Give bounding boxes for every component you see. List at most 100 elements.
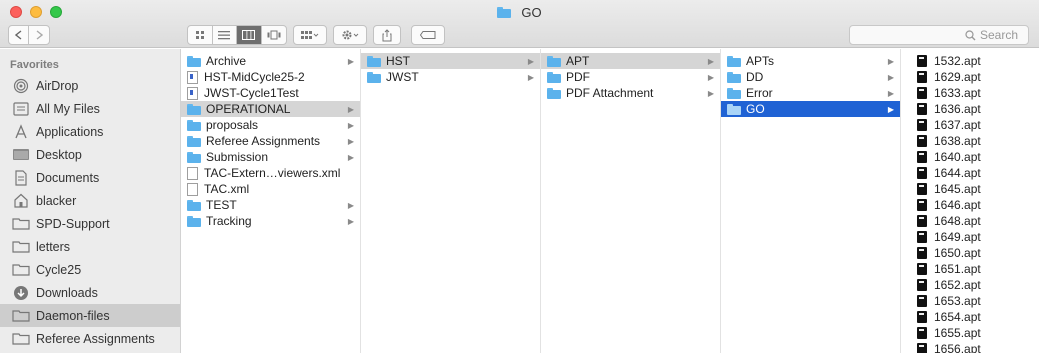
folder-icon — [727, 71, 741, 83]
folder-row[interactable]: Submission ▶ — [181, 149, 360, 165]
file-row[interactable]: 1629.apt — [911, 69, 1039, 85]
folder-icon — [12, 331, 30, 347]
forward-button[interactable] — [29, 26, 49, 44]
folder-row[interactable]: JWST ▶ — [361, 69, 540, 85]
file-row[interactable]: 1656.apt — [911, 341, 1039, 353]
column-3: APT ▶ PDF ▶ PDF Attachment ▶ — [541, 49, 721, 353]
sidebar-item[interactable]: Referee Assignments — [0, 327, 180, 350]
file-row[interactable]: 1637.apt — [911, 117, 1039, 133]
apt-file-icon — [917, 55, 927, 67]
file-row[interactable]: 1636.apt — [911, 101, 1039, 117]
file-row[interactable]: JWST-Cycle1Test — [181, 85, 360, 101]
apt-file-icon — [917, 263, 927, 275]
folder-row[interactable]: APTs ▶ — [721, 53, 900, 69]
folder-row[interactable]: proposals ▶ — [181, 117, 360, 133]
file-row[interactable]: HST-MidCycle25-2 — [181, 69, 360, 85]
arrange-button[interactable] — [293, 25, 327, 45]
tags-button[interactable] — [411, 25, 445, 45]
chevron-right-icon: ▶ — [707, 72, 714, 82]
file-row[interactable]: 1646.apt — [911, 197, 1039, 213]
file-row[interactable]: 1649.apt — [911, 229, 1039, 245]
sidebar: Favorites AirDrop All My Files Application… — [0, 49, 181, 353]
apt-file-icon — [917, 119, 927, 131]
apt-file-icon — [917, 183, 927, 195]
search-field[interactable]: Search — [849, 25, 1029, 45]
file-row[interactable]: 1655.apt — [911, 325, 1039, 341]
file-row[interactable]: 1633.apt — [911, 85, 1039, 101]
sidebar-item[interactable]: Desktop — [0, 143, 180, 166]
file-row[interactable]: 1652.apt — [911, 277, 1039, 293]
folder-row[interactable]: Error ▶ — [721, 85, 900, 101]
folder-row[interactable]: GO ▶ — [721, 101, 900, 117]
list-view-button[interactable] — [213, 26, 237, 44]
item-name: 1652.apt — [934, 278, 981, 292]
folder-row[interactable]: Tracking ▶ — [181, 213, 360, 229]
file-row[interactable]: 1644.apt — [911, 165, 1039, 181]
file-row[interactable]: 1640.apt — [911, 149, 1039, 165]
file-row[interactable]: 1532.apt — [911, 53, 1039, 69]
folder-row[interactable]: Referee Assignments ▶ — [181, 133, 360, 149]
apt-file-icon — [917, 215, 927, 227]
home-icon — [12, 193, 30, 209]
folder-icon — [367, 55, 381, 67]
item-name: TEST — [206, 198, 237, 212]
sidebar-item[interactable]: Downloads — [0, 281, 180, 304]
folder-icon — [547, 55, 561, 67]
folder-row[interactable]: APT ▶ — [541, 53, 720, 69]
file-row[interactable]: 1651.apt — [911, 261, 1039, 277]
sidebar-item[interactable]: blacker — [0, 189, 180, 212]
folder-icon — [187, 55, 201, 67]
file-row[interactable]: 1648.apt — [911, 213, 1039, 229]
item-name: JWST-Cycle1Test — [204, 86, 299, 100]
folder-icon — [547, 87, 561, 99]
sidebar-item-label: Documents — [36, 170, 100, 185]
icon-view-button[interactable] — [188, 26, 213, 44]
sidebar-item[interactable]: Daemon-files — [0, 304, 180, 327]
chevron-right-icon: ▶ — [347, 136, 354, 146]
cover-flow-button[interactable] — [262, 26, 286, 44]
item-name: 1629.apt — [934, 70, 981, 84]
item-name: 1638.apt — [934, 134, 981, 148]
folder-row[interactable]: PDF ▶ — [541, 69, 720, 85]
folder-row[interactable]: PDF Attachment ▶ — [541, 85, 720, 101]
sidebar-item[interactable]: SPD-Support — [0, 212, 180, 235]
item-name: PDF Attachment — [566, 86, 654, 100]
item-name: 1654.apt — [934, 310, 981, 324]
back-button[interactable] — [9, 26, 30, 44]
sidebar-list: AirDrop All My Files Applications Desktop Do… — [0, 74, 180, 350]
file-row[interactable]: 1638.apt — [911, 133, 1039, 149]
file-row[interactable]: 1654.apt — [911, 309, 1039, 325]
file-row[interactable]: TAC-Extern…viewers.xml — [181, 165, 360, 181]
file-row[interactable]: 1645.apt — [911, 181, 1039, 197]
sidebar-item[interactable]: Applications — [0, 120, 180, 143]
folder-row[interactable]: Archive ▶ — [181, 53, 360, 69]
folder-row[interactable]: OPERATIONAL ▶ — [181, 101, 360, 117]
file-row[interactable]: TAC.xml — [181, 181, 360, 197]
sidebar-item[interactable]: letters — [0, 235, 180, 258]
action-button[interactable] — [333, 25, 367, 45]
folder-icon — [727, 87, 741, 99]
folder-icon — [12, 262, 30, 278]
column-4: APTs ▶ DD ▶ Error ▶ GO ▶ — [721, 49, 901, 353]
sidebar-item-label: Downloads — [36, 285, 98, 300]
sidebar-item[interactable]: AirDrop — [0, 74, 180, 97]
item-name: APTs — [746, 54, 775, 68]
folder-row[interactable]: DD ▶ — [721, 69, 900, 85]
item-name: HST — [386, 54, 410, 68]
folder-icon — [727, 103, 741, 115]
sidebar-item[interactable]: Cycle25 — [0, 258, 180, 281]
item-name: 1636.apt — [934, 102, 981, 116]
item-name: 1640.apt — [934, 150, 981, 164]
item-name: 1637.apt — [934, 118, 981, 132]
sidebar-item[interactable]: All My Files — [0, 97, 180, 120]
folder-row[interactable]: HST ▶ — [361, 53, 540, 69]
file-row[interactable]: 1650.apt — [911, 245, 1039, 261]
share-button[interactable] — [373, 25, 401, 45]
sidebar-item[interactable]: Documents — [0, 166, 180, 189]
column-view-button[interactable] — [237, 26, 262, 44]
folder-row[interactable]: TEST ▶ — [181, 197, 360, 213]
document-icon — [187, 70, 198, 84]
chevron-right-icon — [36, 30, 43, 40]
file-row[interactable]: 1653.apt — [911, 293, 1039, 309]
item-name: 1645.apt — [934, 182, 981, 196]
